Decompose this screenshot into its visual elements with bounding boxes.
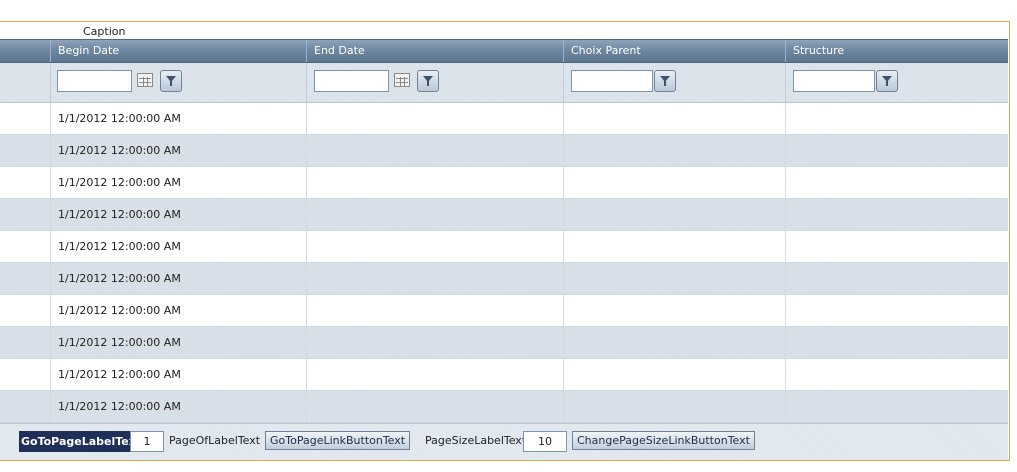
cell-end-date	[306, 359, 563, 390]
header-choix-parent[interactable]: Choix Parent	[563, 40, 785, 62]
cell-begin-date: 1/1/2012 12:00:00 AM	[50, 391, 306, 422]
cell-structure	[785, 135, 1008, 166]
cell-structure	[785, 103, 1008, 134]
cell-structure	[785, 167, 1008, 198]
goto-page-button[interactable]: GoToPageLinkButtonText	[265, 431, 411, 450]
cell-begin-date: 1/1/2012 12:00:00 AM	[50, 135, 306, 166]
header-end-date[interactable]: End Date	[306, 40, 563, 62]
filter-icon[interactable]	[160, 70, 182, 92]
page-of-label: PageOfLabelText	[169, 434, 261, 447]
cell-structure	[785, 199, 1008, 230]
cell-end-date	[306, 295, 563, 326]
change-page-size-button[interactable]: ChangePageSizeLinkButtonText	[572, 431, 755, 450]
cell-begin-date: 1/1/2012 12:00:00 AM	[50, 199, 306, 230]
filter-row	[0, 63, 1008, 103]
filter-cell-choix-parent	[563, 63, 785, 102]
cell-choix-parent	[563, 263, 785, 294]
begin-date-filter-input[interactable]	[57, 70, 132, 92]
filter-cell-begin-date	[50, 63, 306, 102]
cell-choix-parent	[563, 231, 785, 262]
table-row[interactable]: 1/1/2012 12:00:00 AM	[0, 295, 1008, 327]
filter-icon[interactable]	[876, 70, 898, 92]
header-left-stub	[0, 40, 50, 62]
table-row[interactable]: 1/1/2012 12:00:00 AM	[0, 199, 1008, 231]
filter-icon[interactable]	[654, 70, 676, 92]
cell-choix-parent	[563, 103, 785, 134]
cell-choix-parent	[563, 135, 785, 166]
table-row[interactable]: 1/1/2012 12:00:00 AM	[0, 391, 1008, 423]
cell-choix-parent	[563, 359, 785, 390]
row-stub	[0, 167, 50, 198]
row-stub	[0, 327, 50, 358]
header-structure[interactable]: Structure	[785, 40, 1008, 62]
filter-cell-structure	[785, 63, 1008, 102]
cell-structure	[785, 263, 1008, 294]
row-stub	[0, 359, 50, 390]
table-row[interactable]: 1/1/2012 12:00:00 AM	[0, 263, 1008, 295]
calendar-icon[interactable]	[394, 73, 410, 87]
filter-left-stub	[0, 63, 50, 102]
end-date-filter-input[interactable]	[314, 70, 389, 92]
table-row[interactable]: 1/1/2012 12:00:00 AM	[0, 231, 1008, 263]
table-row[interactable]: 1/1/2012 12:00:00 AM	[0, 359, 1008, 391]
row-stub	[0, 231, 50, 262]
cell-begin-date: 1/1/2012 12:00:00 AM	[50, 327, 306, 358]
header-begin-date[interactable]: Begin Date	[50, 40, 306, 62]
cell-begin-date: 1/1/2012 12:00:00 AM	[50, 359, 306, 390]
cell-begin-date: 1/1/2012 12:00:00 AM	[50, 167, 306, 198]
cell-structure	[785, 231, 1008, 262]
row-stub	[0, 391, 50, 422]
cell-end-date	[306, 327, 563, 358]
row-stub	[0, 135, 50, 166]
table-row[interactable]: 1/1/2012 12:00:00 AM	[0, 167, 1008, 199]
cell-structure	[785, 391, 1008, 422]
page-size-label: PageSizeLabelText	[425, 434, 527, 447]
table-row[interactable]: 1/1/2012 12:00:00 AM	[0, 103, 1008, 135]
cell-structure	[785, 295, 1008, 326]
row-stub	[0, 103, 50, 134]
table-row[interactable]: 1/1/2012 12:00:00 AM	[0, 327, 1008, 359]
cell-choix-parent	[563, 199, 785, 230]
pager: GoToPageLabelText PageOfLabelText GoToPa…	[0, 423, 1008, 460]
cell-choix-parent	[563, 391, 785, 422]
cell-begin-date: 1/1/2012 12:00:00 AM	[50, 295, 306, 326]
page-size-input[interactable]	[523, 431, 567, 452]
cell-begin-date: 1/1/2012 12:00:00 AM	[50, 103, 306, 134]
cell-end-date	[306, 263, 563, 294]
cell-choix-parent	[563, 327, 785, 358]
cell-choix-parent	[563, 295, 785, 326]
grid-header: Begin Date End Date Choix Parent Structu…	[0, 39, 1008, 63]
filter-cell-end-date	[306, 63, 563, 102]
grid-caption: Caption	[83, 25, 126, 38]
cell-choix-parent	[563, 167, 785, 198]
goto-page-label: GoToPageLabelText	[19, 431, 144, 452]
table-row[interactable]: 1/1/2012 12:00:00 AM	[0, 135, 1008, 167]
filter-icon[interactable]	[417, 70, 439, 92]
row-stub	[0, 263, 50, 294]
cell-structure	[785, 327, 1008, 358]
structure-filter-input[interactable]	[793, 70, 875, 92]
cell-end-date	[306, 167, 563, 198]
cell-begin-date: 1/1/2012 12:00:00 AM	[50, 263, 306, 294]
cell-end-date	[306, 135, 563, 166]
cell-structure	[785, 359, 1008, 390]
choix-parent-filter-input[interactable]	[571, 70, 653, 92]
row-stub	[0, 199, 50, 230]
cell-end-date	[306, 231, 563, 262]
cell-begin-date: 1/1/2012 12:00:00 AM	[50, 231, 306, 262]
row-stub	[0, 295, 50, 326]
cell-end-date	[306, 391, 563, 422]
page-number-input[interactable]	[130, 431, 164, 452]
cell-end-date	[306, 103, 563, 134]
calendar-icon[interactable]	[137, 73, 153, 87]
cell-end-date	[306, 199, 563, 230]
